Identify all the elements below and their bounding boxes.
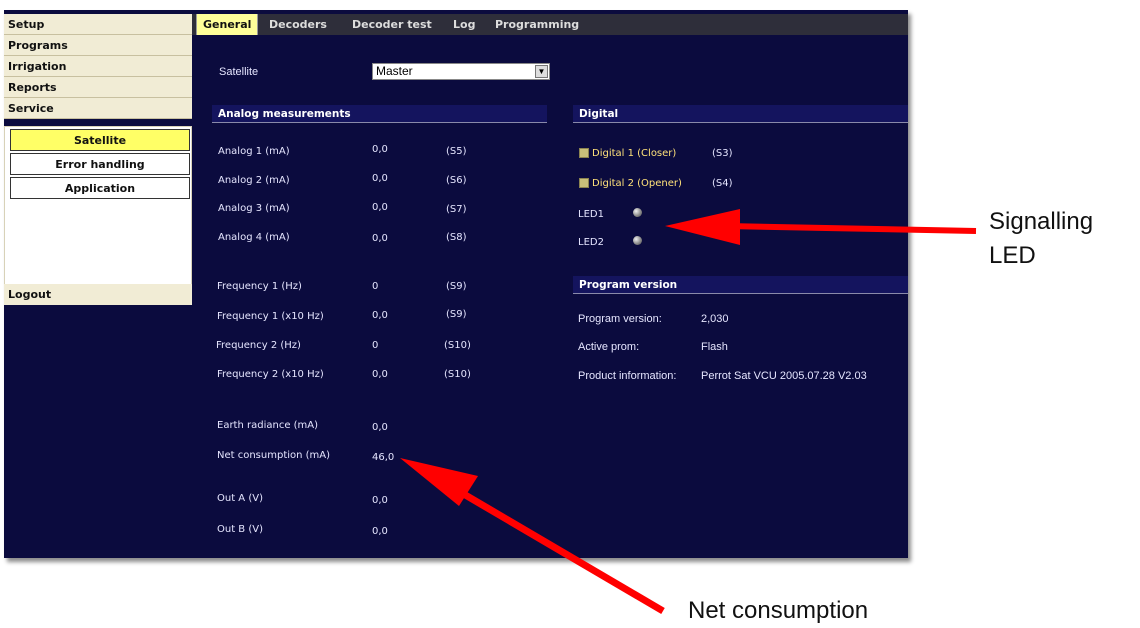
signalling-annotation-line2: LED [989,242,1036,269]
analog-label: Analog 4 (mA) [218,232,290,243]
sidebar-item-irrigation[interactable]: Irrigation [4,56,192,77]
frequency-label: Frequency 1 (Hz) [217,281,302,292]
out-b-value: 0,0 [372,526,388,537]
led2-label: LED2 [578,237,604,248]
frequency-value: 0,0 [372,310,388,321]
tab-decoders[interactable]: Decoders [263,14,333,35]
sidebar-item-service[interactable]: Service [4,98,192,119]
analog-code: (S8) [446,232,467,243]
signalling-annotation-line1: Signalling [989,208,1094,235]
tab-programming[interactable]: Programming [489,14,585,35]
earth-radiance-value: 0,0 [372,422,388,433]
sidebar-item-reports[interactable]: Reports [4,77,192,98]
frequency-code: (S9) [446,309,467,320]
active-prom-label: Active prom: [578,341,640,353]
analog-label: Analog 3 (mA) [218,203,290,214]
frequency-code: (S10) [444,369,471,380]
tab-bar: General Decoders Decoder test Log Progra… [192,14,908,35]
submenu-item-application[interactable]: Application [10,177,190,199]
digital-section-header: Digital [573,105,908,123]
digital-2-label: Digital 2 (Opener) [592,178,682,189]
led2-indicator-icon [633,236,642,245]
product-info-label: Product information: [578,370,677,382]
program-version-value: 2,030 [701,313,729,325]
net-consumption-annotation: Net consumption [688,597,869,624]
digital-1-label: Digital 1 (Closer) [592,148,677,159]
earth-radiance-label: Earth radiance (mA) [217,420,319,431]
program-version-label: Program version: [578,313,662,325]
analog-value: 0,0 [372,173,388,184]
satellite-select-value: Master [376,64,413,78]
tab-decoder-test[interactable]: Decoder test [346,14,438,35]
main-content: Satellite Master ▼ Analog measurements A… [192,35,908,558]
service-submenu: Satellite Error handling Application [4,126,192,296]
analog-value: 0,0 [372,202,388,213]
net-consumption-label: Net consumption (mA) [217,450,331,461]
sidebar-item-setup[interactable]: Setup [4,14,192,35]
out-a-label: Out A (V) [217,493,263,504]
digital-1-checkbox[interactable] [579,148,589,158]
logout-button[interactable]: Logout [4,284,192,305]
led1-indicator-icon [633,208,642,217]
tab-log[interactable]: Log [447,14,481,35]
net-consumption-value: 46,0 [372,452,395,463]
product-info-value: Perrot Sat VCU 2005.07.28 V2.03 [701,370,867,382]
analog-section-header: Analog measurements [212,105,547,123]
frequency-label: Frequency 2 (x10 Hz) [217,369,324,380]
frequency-label: Frequency 1 (x10 Hz) [217,311,324,322]
submenu-item-error-handling[interactable]: Error handling [10,153,190,175]
frequency-value: 0,0 [372,369,388,380]
digital-1-code: (S3) [712,148,733,159]
analog-label: Analog 2 (mA) [218,175,290,186]
led1-label: LED1 [578,209,604,220]
digital-2-checkbox[interactable] [579,178,589,188]
frequency-value: 0 [372,281,379,292]
submenu-item-satellite[interactable]: Satellite [10,129,190,151]
satellite-label: Satellite [219,66,259,78]
analog-value: 0,0 [372,233,388,244]
analog-code: (S7) [446,204,467,215]
sidebar-menu: Setup Programs Irrigation Reports Servic… [4,14,192,119]
sidebar-item-programs[interactable]: Programs [4,35,192,56]
chevron-down-icon[interactable]: ▼ [535,65,548,78]
frequency-code: (S9) [446,281,467,292]
out-a-value: 0,0 [372,495,388,506]
frequency-label: Frequency 2 (Hz) [216,340,301,351]
analog-value: 0,0 [372,144,388,155]
analog-code: (S6) [446,175,467,186]
analog-label: Analog 1 (mA) [218,146,290,157]
sidebar: Setup Programs Irrigation Reports Servic… [4,14,192,558]
satellite-select[interactable]: Master ▼ [372,63,550,80]
program-version-section-header: Program version [573,276,908,294]
digital-2-code: (S4) [712,178,733,189]
out-b-label: Out B (V) [217,524,263,535]
frequency-code: (S10) [444,340,471,351]
tab-general[interactable]: General [196,14,259,35]
analog-code: (S5) [446,146,467,157]
active-prom-value: Flash [701,341,728,353]
frequency-value: 0 [372,340,379,351]
